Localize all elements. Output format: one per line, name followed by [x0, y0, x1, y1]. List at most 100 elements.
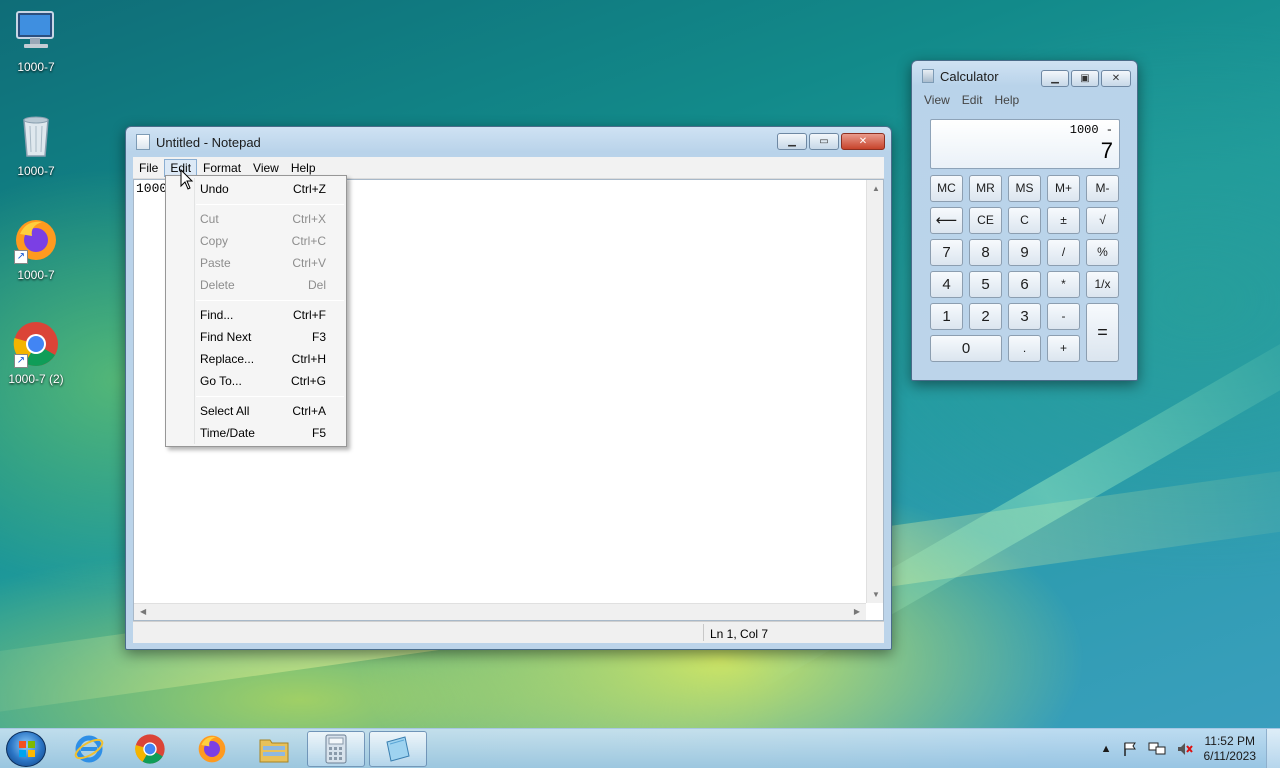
status-bar: Ln 1, Col 7 [133, 621, 884, 643]
scroll-down-icon[interactable]: ▼ [872, 590, 880, 599]
menu-help[interactable]: Help [285, 159, 322, 177]
desktop-icon-chrome[interactable]: ↗ 1000-7 (2) [0, 320, 72, 386]
digit-8-button[interactable]: 8 [969, 239, 1002, 266]
shortcut-arrow-icon: ↗ [14, 354, 28, 368]
subtract-button[interactable]: - [1047, 303, 1080, 330]
menu-item-paste[interactable]: Paste Ctrl+V [168, 252, 344, 274]
window-title: Untitled - Notepad [156, 134, 261, 150]
sign-button[interactable]: ± [1047, 207, 1080, 234]
taskbar-chrome[interactable] [121, 731, 179, 767]
add-button[interactable]: + [1047, 335, 1080, 362]
menu-help[interactable]: Help [988, 93, 1025, 107]
notepad-icon [386, 736, 410, 762]
notepad-icon [136, 134, 150, 150]
menu-item-time-date[interactable]: Time/Date F5 [168, 422, 344, 444]
menu-separator [196, 300, 344, 301]
mc-button[interactable]: MC [930, 175, 963, 202]
calculator-expression: 1000 - [1069, 123, 1113, 137]
close-button[interactable]: ✕ [841, 133, 885, 150]
menu-view[interactable]: View [918, 93, 956, 107]
window-title: Calculator [940, 68, 999, 84]
close-button[interactable]: ✕ [1101, 70, 1131, 87]
calculator-icon [325, 734, 347, 764]
clear-button[interactable]: C [1008, 207, 1041, 234]
digit-7-button[interactable]: 7 [930, 239, 963, 266]
digit-2-button[interactable]: 2 [969, 303, 1002, 330]
taskbar-calculator[interactable] [307, 731, 365, 767]
mr-button[interactable]: MR [969, 175, 1002, 202]
chrome-icon: ↗ [12, 320, 60, 368]
maximize-button[interactable]: ▭ [809, 133, 839, 150]
minimize-button[interactable]: ▁ [777, 133, 807, 150]
chrome-icon [135, 734, 165, 764]
divide-button[interactable]: / [1047, 239, 1080, 266]
computer-icon [12, 8, 60, 56]
scroll-left-icon[interactable]: ◀ [140, 607, 146, 616]
sqrt-button[interactable]: √ [1086, 207, 1119, 234]
taskbar-internet-explorer[interactable] [60, 731, 118, 767]
menu-item-delete[interactable]: Delete Del [168, 274, 344, 296]
taskbar-file-explorer[interactable] [245, 731, 303, 767]
menu-separator [196, 204, 344, 205]
decimal-button[interactable]: . [1008, 335, 1041, 362]
digit-3-button[interactable]: 3 [1008, 303, 1041, 330]
recycle-bin-icon [12, 112, 60, 160]
network-icon[interactable] [1148, 741, 1166, 757]
m-plus-button[interactable]: M+ [1047, 175, 1080, 202]
digit-4-button[interactable]: 4 [930, 271, 963, 298]
desktop-icon-firefox[interactable]: ↗ 1000-7 [0, 216, 72, 282]
backspace-button[interactable]: ⟵ [930, 207, 963, 234]
digit-5-button[interactable]: 5 [969, 271, 1002, 298]
shortcut-arrow-icon: ↗ [14, 250, 28, 264]
ce-button[interactable]: CE [969, 207, 1002, 234]
percent-button[interactable]: % [1086, 239, 1119, 266]
digit-9-button[interactable]: 9 [1008, 239, 1041, 266]
menu-item-undo[interactable]: Undo Ctrl+Z [168, 178, 344, 200]
clock[interactable]: 11:52 PM 6/11/2023 [1204, 734, 1257, 764]
vertical-scrollbar[interactable]: ▲ ▼ [866, 180, 883, 603]
start-button[interactable] [6, 731, 46, 767]
menu-file[interactable]: File [133, 159, 164, 177]
reciprocal-button[interactable]: 1/x [1086, 271, 1119, 298]
menu-edit[interactable]: Edit [956, 93, 989, 107]
equals-button[interactable]: = [1086, 303, 1119, 362]
scroll-right-icon[interactable]: ▶ [854, 607, 860, 616]
menu-item-go-to[interactable]: Go To... Ctrl+G [168, 370, 344, 392]
system-tray: ▲ 11:52 PM 6/11/2023 [1101, 729, 1256, 768]
cursor-position: Ln 1, Col 7 [710, 627, 769, 641]
taskbar-notepad[interactable] [369, 731, 427, 767]
desktop-icon-recycle-bin[interactable]: 1000-7 [0, 112, 72, 178]
m-minus-button[interactable]: M- [1086, 175, 1119, 202]
volume-muted-icon[interactable] [1176, 741, 1194, 757]
digit-1-button[interactable]: 1 [930, 303, 963, 330]
minimize-button[interactable]: ▁ [1041, 70, 1069, 87]
show-desktop-button[interactable] [1266, 729, 1280, 768]
ms-button[interactable]: MS [1008, 175, 1041, 202]
calculator-app-icon [922, 69, 934, 83]
taskbar-firefox[interactable] [183, 731, 241, 767]
scroll-up-icon[interactable]: ▲ [872, 184, 880, 193]
status-separator [703, 624, 704, 641]
folder-icon [259, 739, 289, 763]
calculator-window[interactable]: Calculator ▁ ▣ ✕ View Edit Help 1000 - 7… [911, 60, 1138, 381]
desktop-icon-computer[interactable]: 1000-7 [0, 8, 72, 74]
menu-item-find-next[interactable]: Find Next F3 [168, 326, 344, 348]
restore-button[interactable]: ▣ [1071, 70, 1099, 87]
action-center-flag-icon[interactable] [1122, 741, 1138, 757]
menu-item-copy[interactable]: Copy Ctrl+C [168, 230, 344, 252]
menu-item-cut[interactable]: Cut Ctrl+X [168, 208, 344, 230]
desktop-icon-label: 1000-7 [17, 60, 55, 74]
menu-item-select-all[interactable]: Select All Ctrl+A [168, 400, 344, 422]
digit-0-button[interactable]: 0 [930, 335, 1002, 362]
multiply-button[interactable]: * [1047, 271, 1080, 298]
digit-6-button[interactable]: 6 [1008, 271, 1041, 298]
menu-format[interactable]: Format [197, 159, 247, 177]
menu-view[interactable]: View [247, 159, 285, 177]
taskbar: ▲ 11:52 PM 6/11/2023 [0, 728, 1280, 768]
show-hidden-icons-icon[interactable]: ▲ [1101, 743, 1112, 755]
menu-item-find[interactable]: Find... Ctrl+F [168, 304, 344, 326]
menu-item-replace[interactable]: Replace... Ctrl+H [168, 348, 344, 370]
horizontal-scrollbar[interactable]: ◀ ▶ [134, 603, 866, 620]
firefox-icon: ↗ [12, 216, 60, 264]
desktop-icon-label: 1000-7 [17, 164, 55, 178]
